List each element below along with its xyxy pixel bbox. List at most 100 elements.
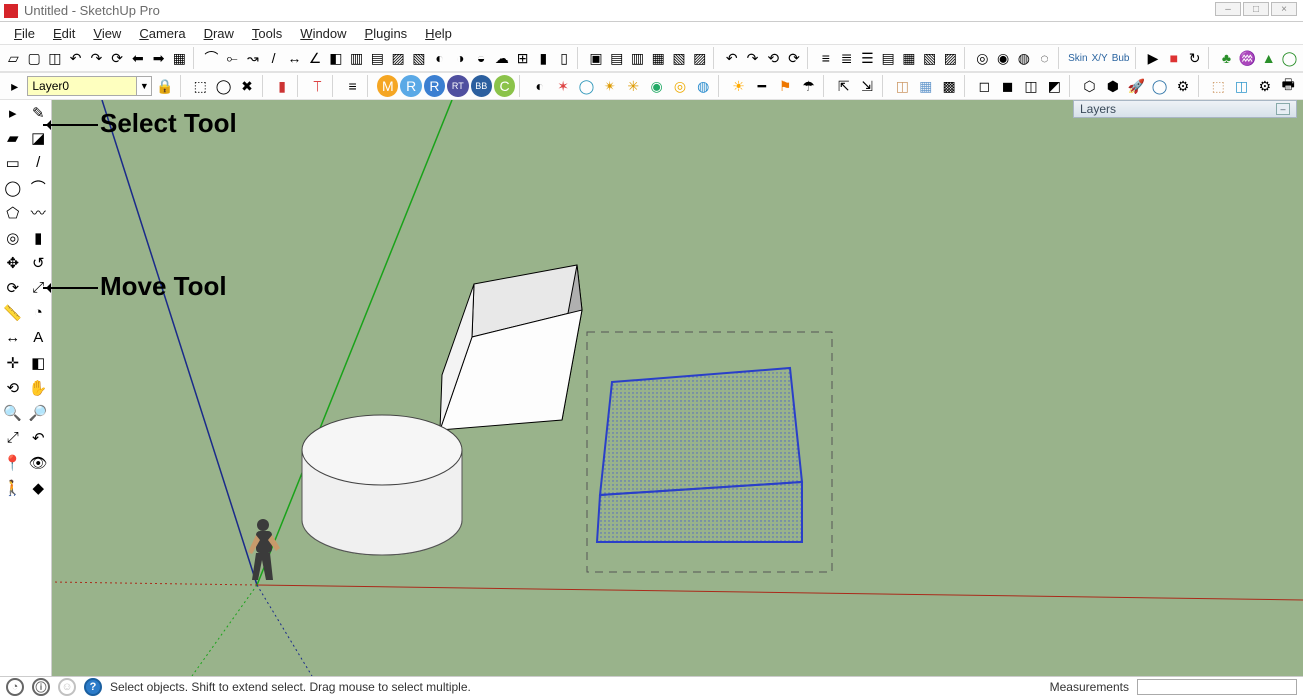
tb-cam1-icon[interactable]: ↶: [722, 47, 741, 69]
tb-box-icon[interactable]: ▦: [170, 47, 189, 69]
outer-shell-icon[interactable]: ⬚: [190, 75, 211, 97]
tb-layer2-icon[interactable]: ≣: [837, 47, 856, 69]
tb-edge4-icon[interactable]: ▧: [409, 47, 428, 69]
person-icon[interactable]: 🚀: [1126, 75, 1147, 97]
tb-solid4-icon[interactable]: ▦: [649, 47, 668, 69]
warehouse2-icon[interactable]: ⬢: [1102, 75, 1123, 97]
layer-input[interactable]: [27, 76, 137, 96]
render8-icon[interactable]: ◍: [693, 75, 714, 97]
sun-icon[interactable]: ☀: [728, 75, 749, 97]
minimize-button[interactable]: –: [1215, 2, 1241, 16]
tb-solid5-icon[interactable]: ▧: [670, 47, 689, 69]
select3-icon[interactable]: ◼: [997, 75, 1018, 97]
plugin-r1-icon[interactable]: R: [400, 75, 421, 97]
tb-view-top-icon[interactable]: ▢: [25, 47, 44, 69]
tb-edge1-icon[interactable]: ▥: [347, 47, 366, 69]
guide-icon[interactable]: ⟙: [307, 75, 328, 97]
render3-icon[interactable]: ◯: [576, 75, 597, 97]
zoom-extents-tool[interactable]: ⤢: [0, 425, 26, 450]
maximize-button[interactable]: □: [1243, 2, 1269, 16]
render1-icon[interactable]: ◐: [529, 75, 550, 97]
position-camera-tool[interactable]: 📍: [0, 450, 26, 475]
selected-slab[interactable]: [597, 368, 802, 542]
polygon-tool[interactable]: ⬠: [0, 200, 26, 225]
orbit-tool[interactable]: ⟲: [0, 375, 26, 400]
menu-plugins[interactable]: Plugins: [357, 24, 416, 43]
render4-icon[interactable]: ✴: [599, 75, 620, 97]
tb-prev-icon[interactable]: ⬅: [129, 47, 148, 69]
globe2-icon[interactable]: ◯: [1149, 75, 1170, 97]
tb-conifer-icon[interactable]: ▲: [1259, 47, 1278, 69]
tb-style4-icon[interactable]: ◌: [1035, 47, 1054, 69]
previous-view-tool[interactable]: ↶: [26, 425, 52, 450]
pushpull-tool[interactable]: ▮: [26, 225, 52, 250]
comp-icon[interactable]: ◫: [892, 75, 913, 97]
render2-icon[interactable]: ✶: [552, 75, 573, 97]
freehand-tool[interactable]: 〰: [26, 200, 52, 225]
user-icon[interactable]: ☺: [58, 678, 76, 696]
select4-icon[interactable]: ◫: [1020, 75, 1041, 97]
tb-arc3-icon[interactable]: ↝: [243, 47, 262, 69]
menu-window[interactable]: Window: [292, 24, 354, 43]
tb-shadow2-icon[interactable]: ◑: [451, 47, 470, 69]
tb-refresh-icon[interactable]: ↻: [1185, 47, 1204, 69]
flag-icon[interactable]: ⚑: [775, 75, 796, 97]
tb-xray-icon[interactable]: ⊞: [513, 47, 532, 69]
tb-measure-icon[interactable]: ↔: [285, 47, 304, 69]
circle-tool[interactable]: ◯: [0, 175, 26, 200]
dimension-tool[interactable]: ↔: [0, 325, 26, 350]
menu-edit[interactable]: Edit: [45, 24, 83, 43]
weather-icon[interactable]: ☂: [798, 75, 819, 97]
credits-icon[interactable]: ⓘ: [32, 678, 50, 696]
render7-icon[interactable]: ◎: [669, 75, 690, 97]
tb-play-icon[interactable]: ▶: [1144, 47, 1163, 69]
plugin-c-icon[interactable]: C: [494, 75, 515, 97]
plugin-bb-icon[interactable]: BB: [471, 75, 492, 97]
select5-icon[interactable]: ◩: [1044, 75, 1065, 97]
grid-icon[interactable]: ▦: [915, 75, 936, 97]
cylinder-solid[interactable]: [302, 415, 462, 555]
plugin-rt-icon[interactable]: RT: [447, 75, 468, 97]
tb-solid3-icon[interactable]: ▥: [628, 47, 647, 69]
tb-angle-icon[interactable]: ∠: [306, 47, 325, 69]
paint-bucket-tool[interactable]: ▰: [0, 125, 26, 150]
help-icon[interactable]: ?: [84, 678, 102, 696]
tb-edge2-icon[interactable]: ▤: [368, 47, 387, 69]
export2-icon[interactable]: ⇲: [856, 75, 877, 97]
tb-section-icon[interactable]: ◧: [326, 47, 345, 69]
toggle-terrain-tool[interactable]: ◆: [26, 475, 52, 500]
union-icon[interactable]: ✖: [236, 75, 257, 97]
tape-measure-tool[interactable]: 📏: [0, 300, 26, 325]
rectangle-tool[interactable]: ▭: [0, 150, 26, 175]
select2-icon[interactable]: ◻: [974, 75, 995, 97]
tb-edge3-icon[interactable]: ▨: [389, 47, 408, 69]
tb-shadow3-icon[interactable]: ◒: [472, 47, 491, 69]
walk-tool[interactable]: 🚶: [0, 475, 26, 500]
look-around-tool[interactable]: 👁: [26, 450, 52, 475]
warehouse1-icon[interactable]: ⬡: [1079, 75, 1100, 97]
sandbox-red-icon[interactable]: ▮: [271, 75, 292, 97]
menu-camera[interactable]: Camera: [131, 24, 193, 43]
tb-style3-icon[interactable]: ◍: [1014, 47, 1033, 69]
zoom-tool[interactable]: 🔍: [0, 400, 26, 425]
lock-icon[interactable]: 🔒: [154, 75, 175, 97]
tb-solid2-icon[interactable]: ▤: [607, 47, 626, 69]
tb-cam3-icon[interactable]: ⟲: [764, 47, 783, 69]
tb-wire-icon[interactable]: ◫: [46, 47, 65, 69]
measurements-input[interactable]: [1137, 679, 1297, 695]
tb-layer7-icon[interactable]: ▨: [941, 47, 960, 69]
menu-tools[interactable]: Tools: [244, 24, 290, 43]
tb-shadow1-icon[interactable]: ◐: [430, 47, 449, 69]
tb-undo-icon[interactable]: ↶: [66, 47, 85, 69]
tb-redo-icon[interactable]: ↷: [87, 47, 106, 69]
follow-me-tool[interactable]: ↺: [26, 250, 52, 275]
cube-icon[interactable]: ◫: [1231, 75, 1252, 97]
pan-tool[interactable]: ✋: [26, 375, 52, 400]
tb-arc-icon[interactable]: ⌒: [202, 47, 221, 69]
move-tool[interactable]: ✥: [0, 250, 26, 275]
arc-tool[interactable]: ⌒: [26, 175, 52, 200]
tb-line-icon[interactable]: /: [264, 47, 283, 69]
tb-layer1-icon[interactable]: ≡: [817, 47, 836, 69]
tb-solid1-icon[interactable]: ▣: [587, 47, 606, 69]
tb-cam2-icon[interactable]: ↷: [743, 47, 762, 69]
